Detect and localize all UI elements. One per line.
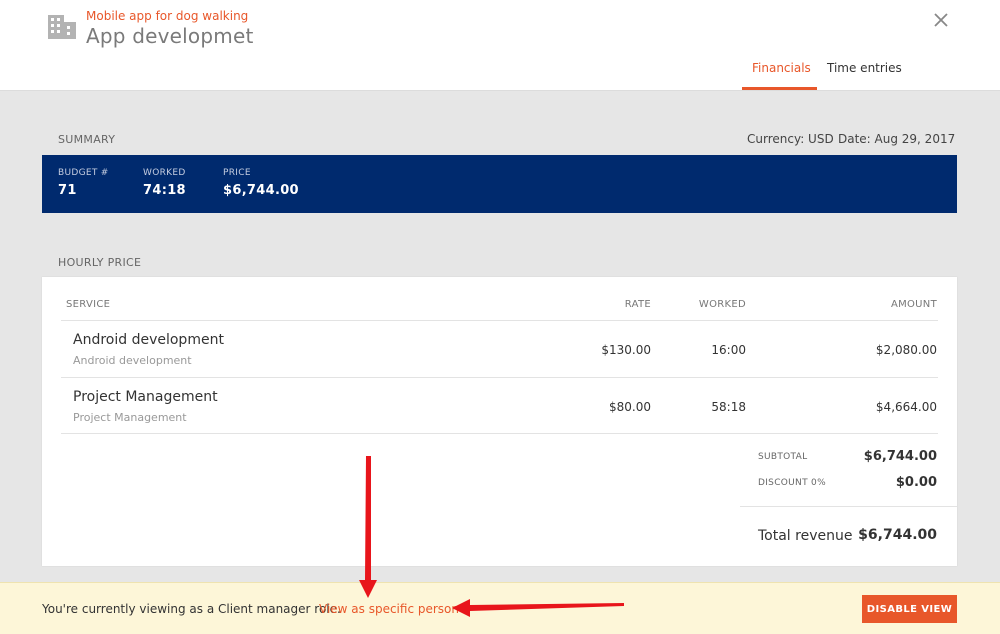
hourly-price-card: SERVICE RATE WORKED AMOUNT Android devel…	[42, 277, 957, 566]
summary-bar: BUDGET # 71 WORKED 74:18 PRICE $6,744.00	[42, 155, 957, 213]
column-header-service: SERVICE	[66, 299, 111, 310]
service-rate: $130.00	[601, 343, 651, 357]
kpi-value: 74:18	[143, 183, 186, 198]
service-rate: $80.00	[609, 400, 651, 414]
kpi-label: WORKED	[143, 168, 186, 178]
role-view-banner: You're currently viewing as a Client man…	[0, 582, 1000, 634]
service-description: Android development	[73, 354, 192, 367]
currency-label: Currency: USD	[747, 132, 834, 146]
building-icon	[48, 15, 76, 39]
disable-view-button[interactable]: DISABLE VIEW	[862, 595, 957, 623]
service-description: Project Management	[73, 411, 187, 424]
subtotal-value: $6,744.00	[863, 449, 937, 464]
service-name: Android development	[73, 332, 224, 348]
summary-heading: SUMMARY	[58, 133, 116, 146]
discount-label: DISCOUNT 0%	[758, 478, 826, 488]
divider	[740, 506, 957, 507]
kpi-value: 71	[58, 183, 77, 198]
close-icon[interactable]	[931, 10, 951, 30]
table-row: Android development Android development …	[61, 320, 938, 377]
active-tab-indicator	[742, 87, 817, 90]
kpi-price: PRICE $6,744.00	[223, 168, 299, 198]
hourly-price-heading: HOURLY PRICE	[58, 256, 142, 269]
kpi-worked: WORKED 74:18	[143, 168, 186, 198]
kpi-label: BUDGET #	[58, 168, 109, 178]
project-client: Mobile app for dog walking	[86, 9, 249, 23]
service-worked: 58:18	[711, 400, 746, 414]
service-worked: 16:00	[711, 343, 746, 357]
subtotal-label: SUBTOTAL	[758, 452, 808, 462]
page-title: App developmet	[86, 24, 254, 48]
discount-value: $0.00	[895, 475, 937, 490]
column-header-worked: WORKED	[698, 299, 746, 310]
service-amount: $4,664.00	[875, 400, 937, 414]
tab-financials[interactable]: Financials	[752, 61, 811, 75]
total-revenue-value: $6,744.00	[858, 527, 937, 543]
column-header-amount: AMOUNT	[890, 299, 937, 310]
tab-time-entries[interactable]: Time entries	[827, 61, 902, 75]
service-name: Project Management	[73, 389, 218, 405]
table-row: Project Management Project Management $8…	[61, 377, 938, 434]
view-as-person-link[interactable]: View as specific person	[319, 602, 459, 616]
role-view-message: You're currently viewing as a Client man…	[42, 602, 341, 616]
date-label: Date: Aug 29, 2017	[838, 132, 956, 146]
column-header-rate: RATE	[624, 299, 651, 310]
kpi-budget: BUDGET # 71	[58, 168, 109, 198]
header: Mobile app for dog walking App developme…	[0, 0, 1000, 91]
service-amount: $2,080.00	[875, 343, 937, 357]
kpi-value: $6,744.00	[223, 183, 299, 198]
kpi-label: PRICE	[223, 168, 251, 178]
total-revenue-label: Total revenue	[758, 528, 853, 544]
